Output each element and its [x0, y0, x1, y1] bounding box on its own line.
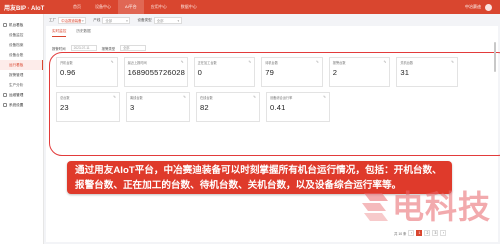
pin-icon[interactable]: ✎	[384, 60, 387, 64]
stat-card[interactable]: 关机台数 31 ✎	[396, 57, 458, 87]
sidebar-item[interactable]: 设备档案	[0, 40, 43, 50]
brand-logo: 用友BIP · AIoT	[4, 5, 45, 12]
pin-icon[interactable]: ✎	[323, 95, 326, 99]
watermark-logo-icon	[362, 193, 388, 221]
stat-card[interactable]: 设备综合运行率 0.41 ✎	[266, 92, 330, 122]
screen: 用友BIP · AIoT 首页 设备中心 AI平台 应用中心 数据中心 中冶赛迪…	[0, 0, 500, 244]
topnav-item[interactable]: 首页	[66, 0, 88, 14]
pin-icon[interactable]: ✎	[451, 60, 454, 64]
gear-icon	[3, 102, 7, 107]
stat-card[interactable]: 最近上报时间 1689055726028 ✎	[123, 57, 188, 87]
page-button[interactable]: 1	[416, 230, 423, 236]
stat-card[interactable]: 总台数 23 ✎	[56, 92, 120, 122]
filter-type: 设备类型 全部	[137, 17, 182, 24]
sidebar: 机台看板 设备监控 设备档案 设备台账 运行看板 报警管理 生产分析 运维管理 …	[0, 14, 44, 244]
sidebar-item[interactable]: 报警管理	[0, 70, 43, 80]
pin-icon[interactable]: ✎	[253, 95, 256, 99]
factory-select[interactable]: 中冶赛迪装备	[58, 17, 87, 24]
sidebar-group-board[interactable]: 机台看板	[0, 20, 43, 30]
sidebar-item[interactable]: 设备监控	[0, 30, 43, 40]
pin-icon[interactable]: ✎	[316, 60, 319, 64]
stat-card[interactable]: 待机台数 79 ✎	[261, 57, 323, 87]
page-button[interactable]: 3	[432, 230, 439, 236]
pagination: 共 10 条 ‹ 1 2 3 ›	[394, 230, 447, 236]
top-bar: 用友BIP · AIoT 首页 设备中心 AI平台 应用中心 数据中心 中冶赛迪	[0, 0, 500, 14]
alarm-type-select[interactable]: 全部	[120, 45, 147, 51]
pager-total: 共 10 条	[394, 231, 407, 236]
stat-card[interactable]: 开机台数 0.96 ✎	[56, 57, 118, 87]
tool-icon	[3, 92, 7, 97]
watermark-text: 电科技	[392, 188, 492, 226]
next-page-button[interactable]: ›	[440, 230, 447, 236]
sidebar-item[interactable]: 生产分析	[0, 80, 43, 90]
board-icon	[3, 22, 7, 27]
query-row: 报警时间 2023-07-11 报警类型 全部	[52, 45, 147, 51]
pin-icon[interactable]: ✎	[113, 95, 116, 99]
line-select[interactable]: 全部	[102, 17, 131, 24]
pin-icon[interactable]: ✎	[111, 60, 114, 64]
topnav-item[interactable]: 数据中心	[174, 0, 204, 14]
pin-icon[interactable]: ✎	[248, 60, 251, 64]
sidebar-item-active[interactable]: 运行看板	[0, 60, 43, 70]
stat-card[interactable]: 正在加工台数 0 ✎	[193, 57, 256, 87]
filter-line: 产线 全部	[93, 17, 131, 24]
watermark: 电科技	[358, 185, 491, 229]
tab-history[interactable]: 历史数据	[76, 28, 90, 37]
top-nav: 首页 设备中心 AI平台 应用中心 数据中心	[66, 0, 204, 14]
date-input[interactable]: 2023-07-11	[70, 45, 97, 51]
page-button[interactable]: 2	[424, 230, 431, 236]
stat-card[interactable]: 报警台数 2 ✎	[328, 57, 391, 87]
tab-realtime[interactable]: 实时监控	[52, 28, 67, 37]
scrollbar[interactable]	[494, 42, 496, 72]
user-name: 中冶赛迪	[465, 4, 481, 9]
topnav-item[interactable]: 设备中心	[88, 0, 118, 14]
topnav-item[interactable]: 应用中心	[144, 0, 174, 14]
pin-icon[interactable]: ✎	[183, 95, 186, 99]
tab-bar: 实时监控 历史数据	[52, 28, 91, 37]
pin-icon[interactable]: ✎	[181, 60, 184, 64]
stat-row: 总台数 23 ✎ 离线台数 3 ✎ 在线台数 82 ✎ 设备综合运行率 0.41 ✎	[56, 92, 458, 122]
user-area[interactable]: 中冶赛迪	[465, 0, 492, 14]
stat-row: 开机台数 0.96 ✎ 最近上报时间 1689055726028 ✎ 正在加工台数 0 ✎ …	[56, 57, 458, 87]
sidebar-item[interactable]: 设备台账	[0, 50, 43, 60]
type-select[interactable]: 全部	[153, 17, 182, 24]
sidebar-group-ops[interactable]: 运维管理	[0, 90, 43, 100]
stat-card[interactable]: 在线台数 82 ✎	[196, 92, 260, 122]
avatar[interactable]	[485, 3, 492, 11]
filter-bar: 工厂 中冶赛迪装备 产线 全部 设备类型 全部	[49, 17, 182, 24]
filter-factory: 工厂 中冶赛迪装备	[49, 17, 87, 24]
stat-card[interactable]: 离线台数 3 ✎	[126, 92, 190, 122]
prev-page-button[interactable]: ‹	[408, 230, 415, 236]
topnav-item-active[interactable]: AI平台	[118, 0, 144, 14]
sidebar-group-settings[interactable]: 系统设置	[0, 100, 43, 110]
stat-grid: 开机台数 0.96 ✎ 最近上报时间 1689055726028 ✎ 正在加工台数 0 ✎ …	[56, 57, 458, 127]
